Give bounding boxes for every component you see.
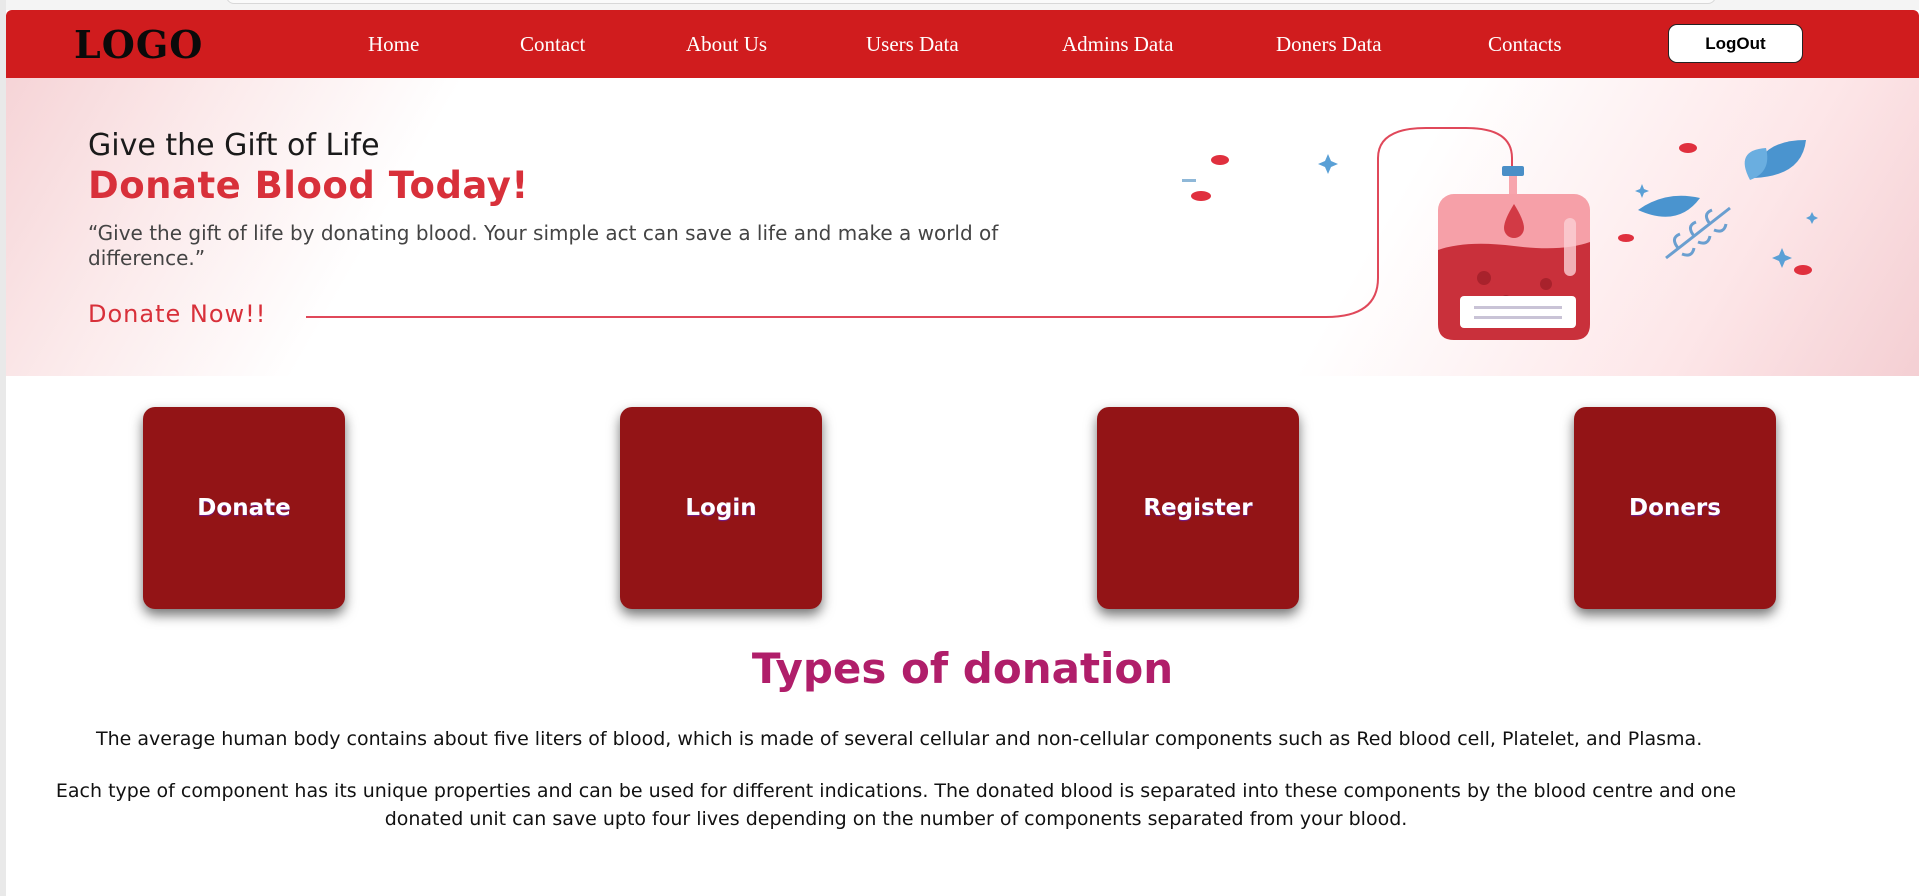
nav-link-home[interactable]: Home — [368, 32, 419, 57]
doners-card-label: Doners — [1629, 495, 1721, 521]
donate-now-link[interactable]: Donate Now!! — [88, 300, 266, 328]
nav-link-contact[interactable]: Contact — [520, 32, 585, 57]
leaf-icon — [1638, 140, 1806, 260]
page: LOGO Home Contact About Us Users Data Ad… — [0, 0, 1919, 896]
hero-quote: “Give the gift of life by donating blood… — [88, 221, 999, 270]
login-card-label: Login — [685, 495, 757, 521]
doners-card[interactable]: Doners — [1574, 407, 1776, 609]
hero-banner: Give the Gift of Life Donate Blood Today… — [6, 78, 1919, 376]
nav-link-contacts[interactable]: Contacts — [1488, 32, 1562, 57]
nav-link-users-data[interactable]: Users Data — [866, 32, 959, 57]
register-card[interactable]: Register — [1097, 407, 1299, 609]
nav-link-doners-data[interactable]: Doners Data — [1276, 32, 1382, 57]
components-paragraph: Each type of component has its unique pr… — [55, 780, 1737, 830]
browser-top-strip — [6, 0, 1919, 10]
logo[interactable]: LOGO — [74, 22, 203, 67]
hero-title: Donate Blood Today! — [88, 164, 529, 207]
section-title: Types of donation — [751, 644, 1174, 693]
login-card[interactable]: Login — [620, 407, 822, 609]
nav-link-about-us[interactable]: About Us — [686, 32, 767, 57]
logout-button[interactable]: LogOut — [1668, 24, 1803, 63]
navbar: LOGO Home Contact About Us Users Data Ad… — [6, 10, 1919, 78]
address-bar-edge — [226, 0, 1716, 4]
intro-paragraph: The average human body contains about fi… — [96, 728, 1703, 750]
register-card-label: Register — [1143, 495, 1253, 521]
nav-link-admins-data[interactable]: Admins Data — [1062, 32, 1173, 57]
blood-bag-icon — [1438, 166, 1590, 340]
donate-card-label: Donate — [197, 495, 291, 521]
hero-subtitle: Give the Gift of Life — [88, 128, 380, 163]
donate-card[interactable]: Donate — [143, 407, 345, 609]
